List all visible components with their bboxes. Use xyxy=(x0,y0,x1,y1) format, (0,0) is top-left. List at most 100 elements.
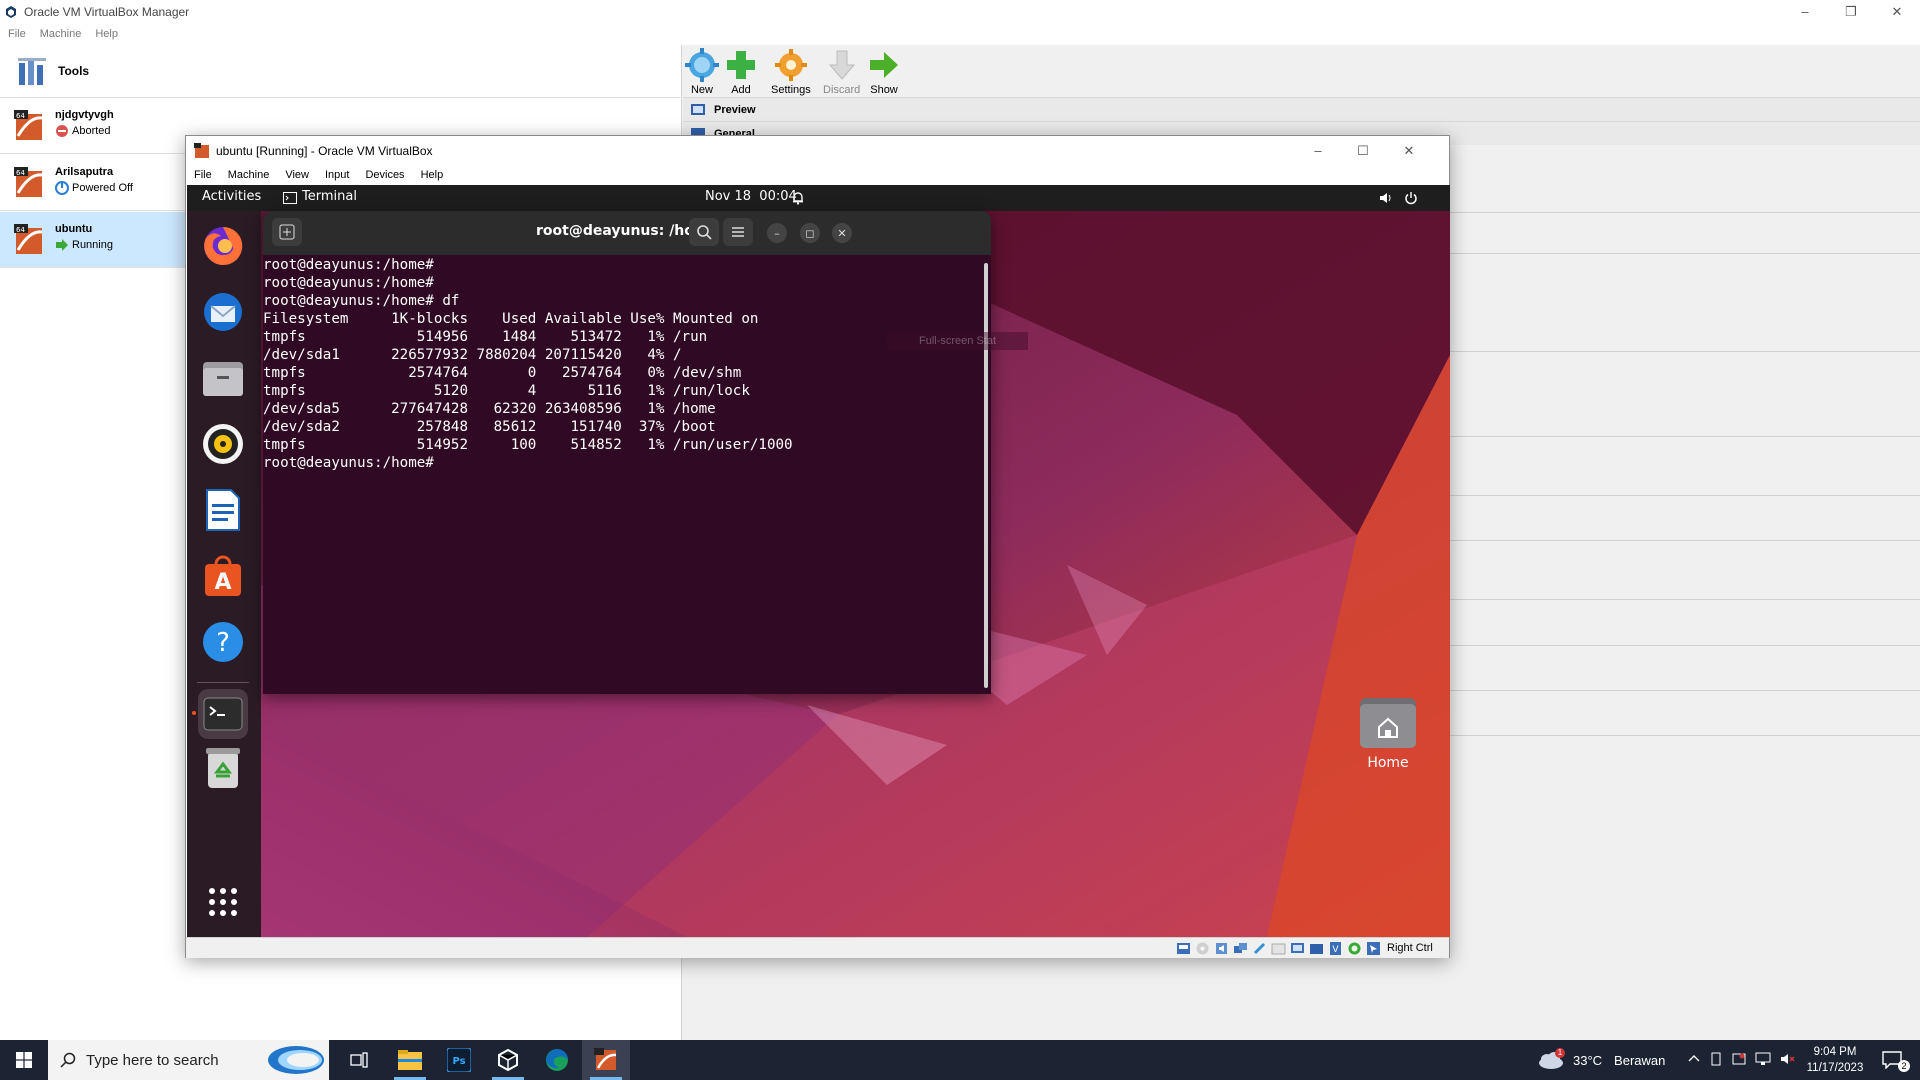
vm-close-button[interactable]: ✕ xyxy=(1386,139,1432,162)
preview-icon xyxy=(691,103,705,115)
dock-trash[interactable] xyxy=(198,743,248,793)
device-icon[interactable] xyxy=(1709,1052,1723,1066)
terminal-headerbar: root@deayunus: /home – ◻ ✕ xyxy=(263,211,991,255)
show-apps-button[interactable] xyxy=(198,877,248,927)
discard-button[interactable]: Discard xyxy=(823,48,860,96)
taskbar-virtualbox[interactable] xyxy=(484,1040,532,1080)
vm-state-label: Powered Off xyxy=(72,182,133,194)
vm-item-ubuntu[interactable]: 64 ubuntu Running xyxy=(0,212,190,268)
trash-recycle-icon xyxy=(206,748,240,788)
power-icon[interactable] xyxy=(1404,191,1418,205)
menu-file[interactable]: File xyxy=(8,28,26,40)
vm-menu-help[interactable]: Help xyxy=(421,169,444,181)
guest-display[interactable]: Activities Terminal Nov 18 00:04 A ? roo… xyxy=(187,185,1450,937)
taskbar-photoshop[interactable]: Ps xyxy=(435,1040,483,1080)
menu-machine[interactable]: Machine xyxy=(40,28,82,40)
add-button[interactable]: Add xyxy=(724,48,758,96)
usb-icon[interactable] xyxy=(1252,941,1267,956)
chevron-up-icon[interactable] xyxy=(1688,1053,1700,1065)
terminal-menu-button[interactable] xyxy=(723,218,753,246)
virtualbox-icon xyxy=(498,1048,518,1072)
svg-text:64: 64 xyxy=(16,112,25,120)
terminal-maximize-button[interactable]: ◻ xyxy=(800,223,820,243)
taskbar-vm-ubuntu[interactable] xyxy=(582,1040,630,1080)
weather-widget[interactable]: 1 33°C Berawan xyxy=(1537,1040,1665,1080)
vm-menu-devices[interactable]: Devices xyxy=(365,169,404,181)
vm-menubar: File Machine View Input Devices Help xyxy=(186,165,1449,185)
hard-disk-icon[interactable] xyxy=(1176,941,1191,956)
vm-menu-machine[interactable]: Machine xyxy=(228,169,270,181)
activities-button[interactable]: Activities xyxy=(202,189,261,204)
desktop-home-icon[interactable]: Home xyxy=(1348,695,1428,775)
terminal-line: root@deayunus:/home# xyxy=(263,455,434,471)
vm-menu-input[interactable]: Input xyxy=(325,169,349,181)
terminal-close-button[interactable]: ✕ xyxy=(832,223,852,243)
task-view-button[interactable] xyxy=(335,1040,383,1080)
clock[interactable]: Nov 18 00:04 xyxy=(705,189,797,204)
menu-help[interactable]: Help xyxy=(95,28,118,40)
dock-firefox[interactable] xyxy=(198,221,248,271)
preview-section-header[interactable]: Preview xyxy=(683,97,1920,121)
audio-icon[interactable] xyxy=(1214,941,1229,956)
display-icon[interactable] xyxy=(1290,941,1305,956)
terminal-icon xyxy=(203,697,243,731)
close-button[interactable]: ✕ xyxy=(1874,0,1920,23)
terminal-output[interactable]: root@deayunus:/home# root@deayunus:/home#… xyxy=(263,255,991,694)
volume-icon[interactable] xyxy=(1379,191,1393,205)
dock-app-center[interactable]: A xyxy=(198,551,248,601)
taskbar-clock[interactable]: 9:04 PM 11/17/2023 xyxy=(1800,1044,1870,1076)
settings-button[interactable]: Settings xyxy=(771,48,811,96)
vm-name: Arilsaputra xyxy=(55,166,114,178)
terminal-line: tmpfs 514952 100 514852 1% /run/user/100… xyxy=(263,437,793,453)
security-icon[interactable] xyxy=(1732,1052,1746,1066)
vm-menu-view[interactable]: View xyxy=(285,169,309,181)
task-view-icon xyxy=(350,1052,368,1068)
dock-writer[interactable] xyxy=(198,485,248,535)
new-button[interactable]: New xyxy=(685,48,719,96)
libreoffice-writer-icon xyxy=(206,489,240,531)
terminal-window[interactable]: root@deayunus: /home – ◻ ✕ root@deayunus… xyxy=(263,211,991,694)
vm-minimize-button[interactable]: – xyxy=(1295,139,1341,162)
vm-menu-file[interactable]: File xyxy=(194,169,212,181)
mouse-integration-icon[interactable] xyxy=(1366,941,1381,956)
terminal-title: root@deayunus: /home xyxy=(536,223,718,239)
start-button[interactable] xyxy=(0,1040,48,1080)
terminal-scrollbar[interactable] xyxy=(984,263,988,688)
optical-drive-icon[interactable] xyxy=(1195,941,1210,956)
network-icon[interactable] xyxy=(1233,941,1248,956)
taskbar-file-explorer[interactable] xyxy=(386,1040,434,1080)
muted-speaker-icon[interactable] xyxy=(1780,1052,1796,1066)
dock-files[interactable] xyxy=(198,353,248,403)
terminal-app-icon xyxy=(283,192,297,204)
minimize-button[interactable]: – xyxy=(1782,0,1828,23)
terminal-line: /dev/sda5 277647428 62320 263408596 1% /… xyxy=(263,401,716,417)
dock-rhythmbox[interactable] xyxy=(198,419,248,469)
dock-thunderbird[interactable] xyxy=(198,287,248,337)
files-folder-icon xyxy=(203,362,243,396)
vm-state: Aborted xyxy=(55,124,111,138)
show-button[interactable]: Show xyxy=(867,48,901,96)
ubuntu-vm-icon: 64 xyxy=(14,110,43,140)
shared-folders-icon[interactable] xyxy=(1271,941,1286,956)
taskbar-search-box[interactable]: Type here to search xyxy=(48,1040,329,1080)
recording-icon[interactable] xyxy=(1309,941,1324,956)
guest-additions-icon[interactable] xyxy=(1347,941,1362,956)
restore-button[interactable]: ❐ xyxy=(1828,0,1874,23)
virtualization-icon[interactable]: V xyxy=(1328,941,1343,956)
tools-item[interactable]: Tools xyxy=(0,45,682,98)
vm-maximize-button[interactable]: ☐ xyxy=(1340,139,1386,162)
thunderbird-icon xyxy=(204,293,242,331)
app-menu-terminal[interactable]: Terminal xyxy=(302,189,357,204)
taskbar-edge[interactable] xyxy=(533,1040,581,1080)
terminal-search-button[interactable] xyxy=(689,218,719,246)
vm-item-njdgvtyvgh[interactable]: 64 njdgvtyvgh Aborted xyxy=(0,98,190,154)
notification-center-button[interactable]: 2 xyxy=(1870,1040,1914,1080)
dock-terminal[interactable] xyxy=(198,689,248,739)
dock-help[interactable]: ? xyxy=(198,617,248,667)
network-monitor-icon[interactable] xyxy=(1755,1052,1771,1066)
tools-label: Tools xyxy=(58,64,90,78)
terminal-line: tmpfs 514956 1484 513472 1% /run xyxy=(263,329,708,345)
vm-item-arilsaputra[interactable]: 64 Arilsaputra Powered Off xyxy=(0,155,190,211)
vm-name: njdgvtyvgh xyxy=(55,109,114,121)
terminal-minimize-button[interactable]: – xyxy=(767,223,787,243)
